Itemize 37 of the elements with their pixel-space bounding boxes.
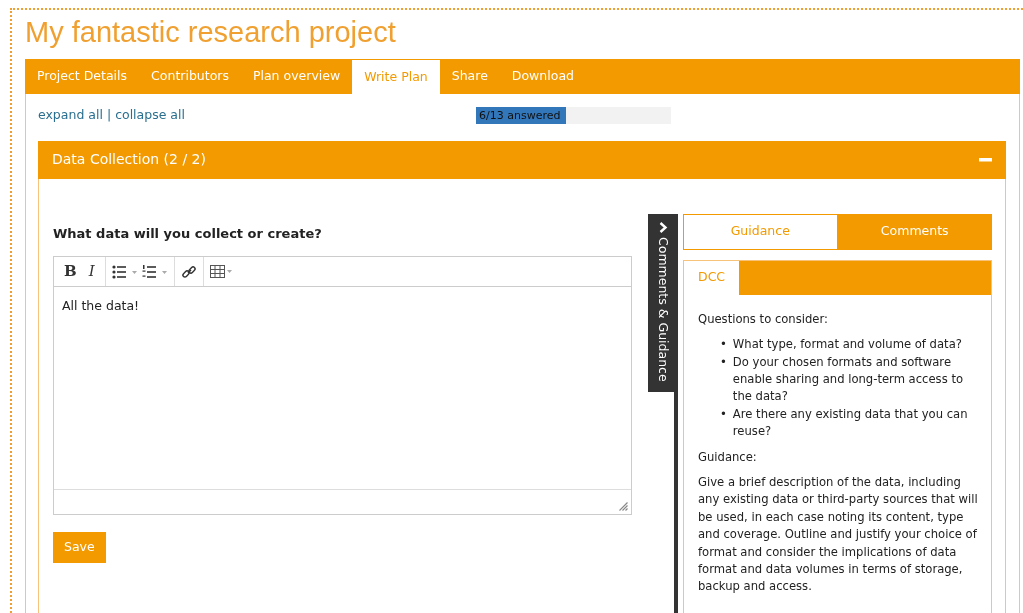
question-item: Are there any existing data that you can reuse?	[732, 405, 969, 441]
bold-button[interactable]: B	[60, 264, 81, 280]
progress-fill: 6/13 answered	[476, 106, 566, 124]
project-title: My fantastic research project	[25, 15, 397, 50]
nav-tab[interactable]: Download	[499, 59, 586, 94]
guidance-text: Give a brief description of the data, including any existing data or third-party sources that will be used, in each case noting its content, type and coverage. Outline and justify your choice of format and consider the implications of data format and data volumes in terms of storage, backup and access.	[698, 474, 979, 596]
chevron-icon	[658, 221, 668, 233]
question-item: What type, format and volume of data?	[732, 336, 962, 354]
question-item: Do your chosen formats and software enable sharing and long-term access to the data?	[732, 353, 964, 406]
italic-button[interactable]: I	[84, 264, 99, 280]
separator-text: |	[106, 106, 112, 124]
section-title: Data Collection (2 / 2)	[52, 150, 206, 170]
answer-text: All the data!	[54, 287, 631, 491]
answer-editor[interactable]: B I All the data!	[53, 256, 632, 516]
nav-tab[interactable]: Plan overview	[240, 59, 353, 94]
collapse-all-link[interactable]: collapse all	[115, 106, 185, 125]
bullet-mark: •	[720, 405, 727, 423]
expand-all-link[interactable]: expand all	[38, 106, 103, 125]
nav-tab[interactable]: Share	[439, 59, 500, 94]
guidance-heading: Guidance:	[698, 448, 758, 466]
questions-heading: Questions to consider:	[698, 310, 829, 328]
nav-tab[interactable]: Contributors	[139, 59, 241, 94]
nav-tab[interactable]: Write Plan	[352, 60, 440, 94]
bullet-mark: •	[720, 353, 727, 371]
numbered-list-icon[interactable]	[141, 264, 168, 279]
table-icon[interactable]	[209, 264, 234, 279]
section-header[interactable]: Data Collection (2 / 2)	[38, 140, 1006, 179]
question-text: What data will you collect or create?	[53, 224, 323, 243]
link-icon[interactable]	[180, 263, 197, 280]
save-button[interactable]: Save	[53, 532, 106, 563]
bullet-list-icon[interactable]	[111, 264, 138, 279]
panel-tab[interactable]: Guidance	[683, 213, 838, 250]
panel-tab[interactable]: Comments	[837, 213, 992, 250]
resize-handle-icon[interactable]	[619, 502, 628, 512]
nav-tab[interactable]: Project Details	[25, 59, 140, 94]
bullet-mark: •	[720, 336, 727, 354]
source-tab[interactable]: DCC	[684, 260, 740, 295]
